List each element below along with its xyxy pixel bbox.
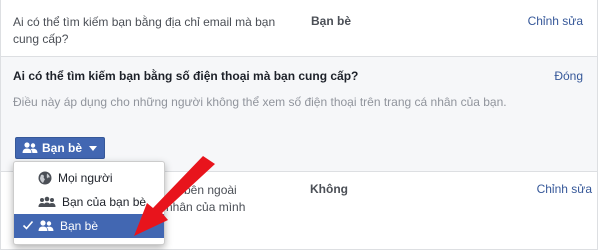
globe-icon [38, 171, 52, 185]
search-engine-question: bên ngoài nhân của mình [160, 182, 310, 216]
menu-item-friends-label: Bạn bè [60, 219, 99, 233]
menu-item-public-label: Mọi người [58, 171, 113, 185]
friends-icon [22, 142, 38, 153]
menu-item-friends[interactable]: Bạn bè [14, 214, 164, 238]
friends-of-friends-icon [38, 196, 56, 207]
email-edit-link[interactable]: Chỉnh sửa [528, 14, 583, 28]
friends-icon [38, 220, 54, 231]
caret-down-icon [89, 145, 98, 151]
search-engine-question-line1: bên ngoài [184, 183, 237, 197]
menu-item-friends-of-friends[interactable]: Bạn của bạn bè [14, 190, 164, 214]
email-search-question: Ai có thể tìm kiếm bạn bằng địa chỉ emai… [13, 15, 276, 46]
menu-item-public[interactable]: Mọi người [14, 166, 164, 190]
checkmark-icon [22, 220, 34, 230]
menu-item-friends-of-friends-label: Bạn của bạn bè [62, 195, 147, 209]
phone-close-link[interactable]: Đóng [554, 69, 583, 83]
setting-row-email: Ai có thể tìm kiếm bạn bằng địa chỉ emai… [1, 0, 597, 57]
audience-dropdown-menu: Mọi người Bạn của bạn bè Bạn bè [13, 161, 165, 245]
phone-search-description: Điều này áp dụng cho những người không t… [13, 95, 507, 109]
audience-selector-label: Bạn bè [42, 141, 83, 155]
email-search-value: Bạn bè [311, 14, 352, 28]
search-engine-value: Không [310, 182, 348, 196]
phone-search-question: Ai có thể tìm kiếm bạn bằng số điện thoạ… [13, 69, 359, 83]
frame-border-right [597, 0, 598, 250]
search-engine-question-line2: nhân của mình [166, 200, 246, 214]
search-engine-edit-link[interactable]: Chỉnh sửa [537, 182, 592, 196]
audience-selector-button[interactable]: Bạn bè [15, 137, 105, 159]
